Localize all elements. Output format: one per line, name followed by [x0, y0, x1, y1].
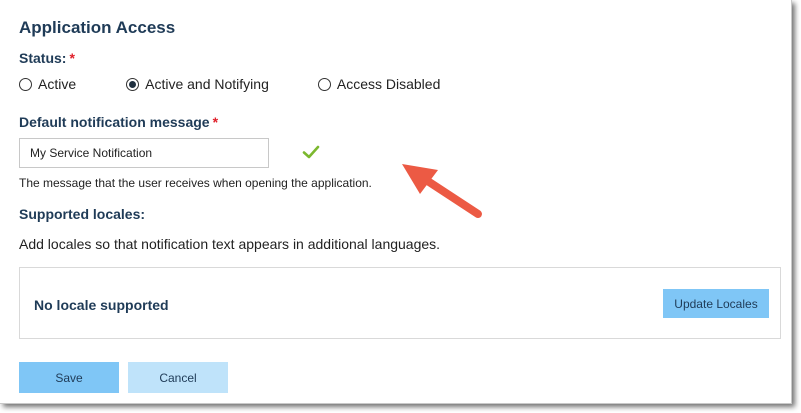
- arrow-annotation-icon: [402, 164, 482, 218]
- supported-locales-description: Add locales so that notification text ap…: [19, 236, 441, 252]
- radio-active-and-notifying[interactable]: Active and Notifying: [126, 76, 269, 92]
- radio-access-disabled-label: Access Disabled: [336, 76, 441, 92]
- no-locale-text: No locale supported: [34, 297, 169, 313]
- radio-active[interactable]: Active: [19, 76, 76, 92]
- notification-helper-text: The message that the user receives when …: [19, 176, 372, 190]
- status-required-mark: *: [69, 50, 75, 66]
- radio-active-and-notifying-circle[interactable]: [126, 77, 140, 91]
- radio-active-label: Active: [38, 76, 77, 92]
- status-label-text: Status:: [19, 50, 67, 66]
- notification-label: Default notification message *: [19, 114, 218, 130]
- notification-required-mark: *: [212, 114, 219, 130]
- status-label: Status: *: [19, 50, 75, 66]
- application-access-panel: Application Access Status: * Active Activ…: [0, 0, 792, 404]
- locales-box: No locale supported Update Locales: [19, 267, 781, 339]
- save-button[interactable]: Save: [19, 362, 119, 393]
- radio-access-disabled[interactable]: Access Disabled: [317, 76, 441, 92]
- radio-access-disabled-circle[interactable]: [317, 77, 331, 91]
- status-radio-group: Active Active and Notifying Access Disab…: [19, 76, 440, 92]
- check-icon: [302, 145, 320, 159]
- radio-active-circle[interactable]: [19, 77, 32, 91]
- supported-locales-label: Supported locales:: [19, 206, 146, 222]
- update-locales-button[interactable]: Update Locales: [663, 289, 769, 318]
- notification-message-input[interactable]: [19, 138, 269, 168]
- cancel-button[interactable]: Cancel: [128, 362, 228, 393]
- section-title: Application Access: [19, 18, 176, 37]
- radio-active-and-notifying-label: Active and Notifying: [145, 76, 269, 92]
- notification-label-text: Default notification message: [19, 114, 210, 130]
